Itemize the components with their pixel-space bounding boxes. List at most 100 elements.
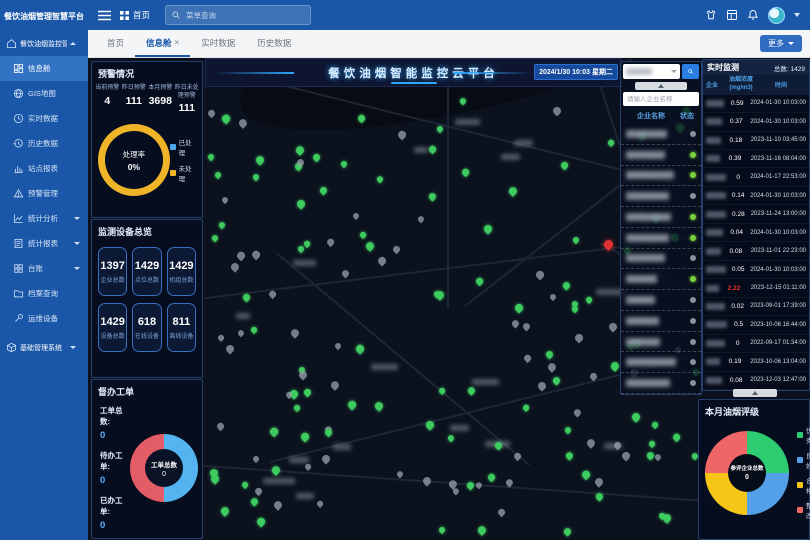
collapse-handle[interactable] [733,389,777,397]
realtime-row-13[interactable]: 02022-09-17 01:34:00 [703,335,809,353]
company-name-input[interactable] [623,92,699,106]
map-pin-online[interactable] [630,411,641,422]
legend-item[interactable]: 整改 [797,500,810,520]
map-pin-offline[interactable] [536,381,547,392]
legend-item[interactable]: 合格 [797,475,810,495]
tab-2[interactable]: 实时数据 [190,30,246,57]
realtime-row-3[interactable]: 0.392023-11-16 08:04:00 [703,150,809,168]
theme-icon[interactable] [705,9,717,21]
company-row-9[interactable] [621,311,701,332]
map-pin-online[interactable] [565,450,576,461]
map-pin-online[interactable] [466,481,476,491]
map-pin-online[interactable] [218,221,227,230]
map-pin-offline[interactable] [237,117,249,129]
map-pin-online[interactable] [365,240,377,252]
map-pin-online[interactable] [606,138,614,146]
realtime-row-11[interactable]: 0.022023-09-01 17:39:00 [703,298,809,316]
realtime-row-1[interactable]: 0.372024-01-30 10:03:00 [703,113,809,131]
map-pin-online[interactable] [311,153,321,163]
map-pin-offline[interactable] [268,290,277,299]
sidebar-item-8[interactable]: 台账 [0,256,88,281]
map-canvas[interactable]: 餐饮油烟智能监控云平台 2024/1/30 10:03 星期二 预警情况 当前预… [88,58,810,540]
map-pin-online[interactable] [268,426,279,437]
tab-3[interactable]: 历史数据 [246,30,302,57]
map-pin-offline[interactable] [341,268,351,278]
map-pin-offline[interactable] [621,451,632,462]
map-pin-offline[interactable] [272,499,284,511]
map-pin-offline[interactable] [220,196,228,204]
map-pin-online[interactable] [214,170,222,178]
map-pin-offline[interactable] [352,212,361,221]
map-pin-offline[interactable] [216,422,226,432]
map-pin-online[interactable] [241,293,251,303]
realtime-row-5[interactable]: 0.142024-01-30 10:03:00 [703,187,809,205]
map-pin-online[interactable] [346,400,357,411]
map-pin-online[interactable] [544,350,554,360]
map-pin-online[interactable] [428,191,438,201]
map-pin-offline[interactable] [574,333,585,344]
map-pin-offline[interactable] [523,353,532,362]
map-pin-offline[interactable] [546,361,558,373]
realtime-row-6[interactable]: 0.282023-11-24 13:00:00 [703,205,809,223]
device-card-1[interactable]: 1429点位总数 [132,247,161,296]
company-row-10[interactable] [621,332,701,353]
map-pin-offline[interactable] [329,379,341,391]
map-pin-online[interactable] [210,234,219,243]
realtime-row-7[interactable]: 0.042024-01-30 10:03:00 [703,224,809,242]
company-row-7[interactable] [621,269,701,290]
map-pin-offline[interactable] [496,508,505,517]
map-pin-online[interactable] [303,239,311,247]
map-pin-online[interactable] [221,113,232,124]
sidebar-item-3[interactable]: 历史数据 [0,131,88,156]
tab-1[interactable]: 信息舱× [135,30,190,57]
map-pin-online[interactable] [207,153,216,162]
device-card-2[interactable]: 1429机组总数 [167,247,196,296]
notification-icon[interactable] [747,9,759,21]
map-pin-offline[interactable] [421,475,432,486]
map-pin-offline[interactable] [229,262,240,273]
map-pin-offline[interactable] [225,343,236,354]
device-card-0[interactable]: 1397企业总数 [98,247,127,296]
map-pin-offline[interactable] [452,487,461,496]
map-pin-online[interactable] [507,185,519,197]
map-pin-online[interactable] [293,404,301,412]
map-pin-offline[interactable] [549,293,557,301]
layout-icon[interactable] [726,9,738,21]
map-pin-online[interactable] [219,506,231,518]
map-pin-online[interactable] [255,516,266,527]
sidebar-item-5[interactable]: 预警管理 [0,181,88,206]
map-pin-online[interactable] [373,400,385,412]
map-pin-online[interactable] [427,145,436,154]
map-pin-online[interactable] [564,425,573,434]
region-select[interactable] [623,64,680,79]
map-pin-offline[interactable] [376,256,387,267]
map-pin-online[interactable] [359,231,367,239]
map-pin-offline[interactable] [552,105,563,116]
map-pin-online[interactable] [486,473,496,483]
map-pin-offline[interactable] [391,245,401,255]
company-row-4[interactable] [621,207,701,228]
sidebar-item-7[interactable]: 统计报表 [0,231,88,256]
map-pin-online[interactable] [482,224,493,235]
realtime-row-9[interactable]: 0.052024-01-30 10:03:00 [703,261,809,279]
map-pin-online[interactable] [585,296,593,304]
sidebar-item-6[interactable]: 统计分析 [0,206,88,231]
map-pin-online[interactable] [354,344,365,355]
sidebar-item-9[interactable]: 档案查询 [0,281,88,306]
map-pin-online[interactable] [651,421,659,429]
realtime-row-14[interactable]: 0.192023-10-06 13:04:00 [703,353,809,371]
map-pin-online[interactable] [438,525,446,533]
company-row-1[interactable] [621,145,701,166]
map-pin-offline[interactable] [316,500,324,508]
hamburger-menu-icon[interactable] [98,10,111,21]
breadcrumb[interactable]: 首页 [120,9,150,21]
legend-item[interactable]: 优秀 [797,425,810,445]
sidebar-item-4[interactable]: 站点报表 [0,156,88,181]
map-pin-online[interactable] [551,375,561,385]
map-pin-online[interactable] [252,173,261,182]
realtime-row-4[interactable]: 02024-01-17 22:53:00 [703,168,809,186]
map-pin-offline[interactable] [535,269,546,280]
collapse-handle[interactable] [635,82,687,90]
map-pin-offline[interactable] [396,130,407,141]
device-card-5[interactable]: 811离线设备 [167,303,196,352]
